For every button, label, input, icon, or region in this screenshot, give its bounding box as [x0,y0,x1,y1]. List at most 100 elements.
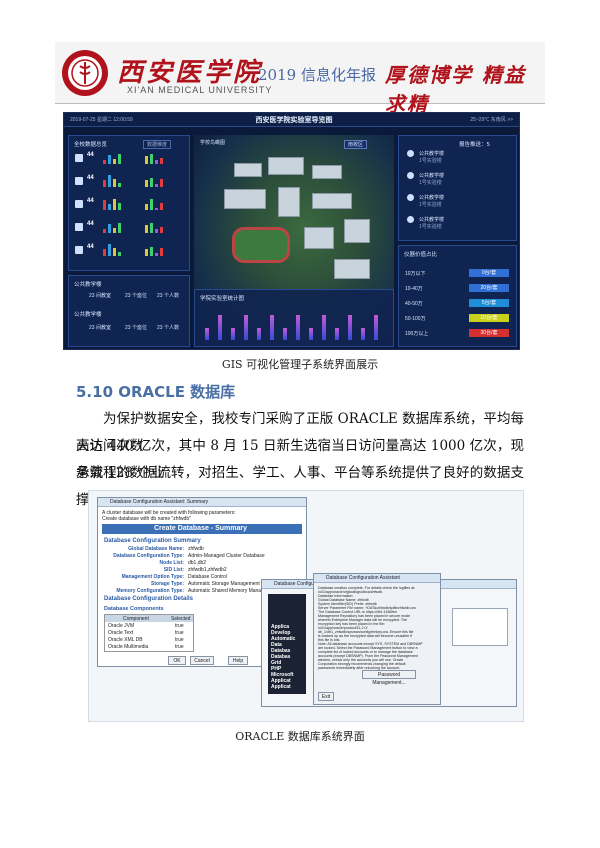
cancel-button[interactable]: Cancel [190,656,214,665]
dbca-complete-dialog: Database Configuration Assistant Databas… [313,573,441,705]
component-name: Oracle Text [108,630,134,636]
mini-bar [145,249,148,256]
report-panel-title: 报告推送：5 [459,142,490,148]
value-count: 10台/套 [469,314,509,322]
school-name-en: XI'AN MEDICAL UNIVERSITY [127,85,273,95]
mini-bar [113,179,116,187]
report-item[interactable]: 公共教学楼 [419,216,444,223]
mini-bar [108,204,111,210]
building[interactable] [304,227,334,249]
components-table-header: Component Selected [105,615,193,622]
mini-bar [118,154,121,164]
mini-bar [155,160,158,164]
mini-bar [118,203,121,210]
building[interactable] [312,193,352,209]
mini-bar [113,159,116,164]
gis-title: 西安医学院实验室导览图 [255,116,333,124]
component-name: Oracle JVM [108,623,135,629]
mini-bar [108,244,111,256]
value-range-label: 100万以上 [405,331,429,337]
building[interactable] [334,259,370,279]
mini-bar [103,180,106,187]
mini-bar [108,155,111,164]
complete-titlebar: Database Configuration Assistant [314,574,440,583]
mini-bar [155,229,158,233]
report-title: 2019 信息化年报 [258,66,376,84]
value-range-label: 10-40万 [405,286,423,292]
lab-bar [218,315,222,340]
mini-bar [160,227,163,233]
building[interactable] [312,165,342,179]
mini-bar [145,156,148,164]
school-name-cn: 西安医学院 [117,58,263,88]
building[interactable] [278,187,300,217]
mini-bar [155,208,158,210]
lab-bar [244,315,248,340]
mini-bar [145,180,148,187]
summary-titlebar: Database Configuration Assistant: Summar… [98,498,306,507]
map-label: 学校鸟瞰图 [200,140,226,146]
campus-dropdown[interactable]: 南校区 [344,140,368,149]
sports-track[interactable] [232,227,290,263]
mini-bar [113,199,116,210]
building-icon [75,177,83,185]
exit-button[interactable]: Exit [318,692,334,701]
building-icon [75,154,83,162]
overview-count: 44 [87,221,94,227]
report-item[interactable]: 公共教学楼 [419,172,444,179]
field-value: Admin-Managed Cluster Database [188,553,265,559]
component-name: Oracle Multimedia [108,644,149,650]
config-summary-heading: Database Configuration Summary [104,538,201,544]
overview-count: 44 [87,175,94,181]
building-icon [75,246,83,254]
report-item-sub: 1号实验楼 [419,180,442,186]
gis-weather: 25~29℃ 东南风 >> [470,117,513,123]
mini-bar [103,249,106,256]
overview-count: 44 [87,244,94,250]
value-range-label: 50-100万 [405,316,426,322]
public-building-label-2: 公共教学楼 [74,312,102,318]
field-label: Global Database Name: [128,546,184,552]
lab-bar [361,328,365,340]
mini-bar [155,184,158,187]
location-icon [407,150,414,157]
mini-bar [160,248,163,256]
instrument-value-title: 仪器价值占比 [404,252,438,258]
dimension-select[interactable]: 数据维度 [143,140,172,149]
location-icon [407,216,414,223]
report-item-sub: 1号实验楼 [419,224,442,230]
summary-window-title: Database Configuration Assistant: Summar… [110,499,209,505]
public-item-4: 23 间教室 [89,325,111,331]
mini-bar [108,175,111,187]
ok-button[interactable]: OK [168,656,186,665]
value-range-label: 10万以下 [405,271,426,277]
mini-bar [103,200,106,210]
report-item[interactable]: 公共教学楼 [419,150,444,157]
password-management-button[interactable]: Password Management... [362,670,416,686]
field-value: zhfwdb [188,546,204,552]
report-item[interactable]: 公共教学楼 [419,194,444,201]
components-heading: Database Components [104,606,164,612]
lab-stats-chart: 学院实验室统计图 [194,289,394,347]
mini-bar [150,154,153,164]
university-emblem-icon [62,50,108,96]
value-count: 0台/套 [469,269,509,277]
component-selected: true [175,623,184,629]
mini-bar [145,204,148,210]
summary-heading: Create Database - Summary [154,525,247,532]
page-header: 西安医学院 XI'AN MEDICAL UNIVERSITY 2019 信息化年… [55,42,545,116]
building[interactable] [224,189,266,209]
public-item-6: 23 个人数 [157,325,179,331]
help-button[interactable]: Help [228,656,248,665]
mini-bar [150,178,153,187]
building[interactable] [344,219,370,243]
building[interactable] [268,157,304,175]
oracle-caption: ORACLE 数据库系统界面 [235,730,365,743]
lab-bar [283,328,287,340]
mini-bar [160,179,163,187]
mini-bar [145,225,148,233]
lab-bar [270,315,274,340]
public-item-5: 23 个座位 [125,325,147,331]
mini-bar [160,203,163,210]
building[interactable] [234,163,262,177]
